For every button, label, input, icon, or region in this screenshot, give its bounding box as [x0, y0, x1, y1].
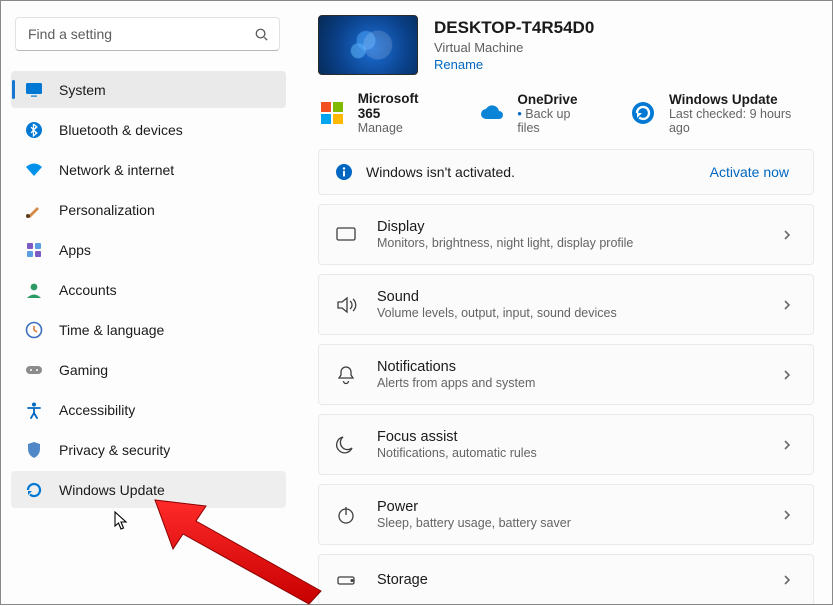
- sidebar-item-windows-update[interactable]: Windows Update: [11, 471, 286, 508]
- wu-title: Windows Update: [669, 92, 814, 107]
- chevron-right-icon: [781, 229, 793, 241]
- setting-display[interactable]: Display Monitors, brightness, night ligh…: [318, 204, 814, 265]
- activate-link[interactable]: Activate now: [710, 164, 789, 180]
- sidebar-item-system[interactable]: System: [11, 71, 286, 108]
- sidebar-item-gaming[interactable]: Gaming: [11, 351, 286, 388]
- setting-title: Storage: [377, 572, 761, 588]
- sidebar-item-apps[interactable]: Apps: [11, 231, 286, 268]
- shield-icon: [25, 441, 43, 459]
- onedrive-sub: Back up files: [517, 107, 595, 135]
- search-icon: [254, 27, 269, 42]
- sidebar-item-label: Windows Update: [59, 482, 165, 498]
- chevron-right-icon: [781, 439, 793, 451]
- setting-title: Sound: [377, 289, 761, 305]
- wifi-icon: [25, 161, 43, 179]
- windows-update-card[interactable]: Windows Update Last checked: 9 hours ago: [629, 91, 814, 135]
- microsoft-365-card[interactable]: Microsoft 365 Manage: [318, 91, 444, 135]
- wu-sub: Last checked: 9 hours ago: [669, 107, 814, 135]
- accessibility-icon: [25, 401, 43, 419]
- setting-sub: Volume levels, output, input, sound devi…: [377, 306, 761, 320]
- rename-link[interactable]: Rename: [434, 57, 594, 72]
- sidebar-item-label: Network & internet: [59, 162, 174, 178]
- m365-title: Microsoft 365: [358, 91, 444, 121]
- bell-icon: [335, 364, 357, 386]
- sidebar-item-accounts[interactable]: Accounts: [11, 271, 286, 308]
- sidebar-item-label: System: [59, 82, 106, 98]
- sidebar-item-label: Personalization: [59, 202, 155, 218]
- refresh-icon: [629, 99, 657, 127]
- setting-notifications[interactable]: Notifications Alerts from apps and syste…: [318, 344, 814, 405]
- sidebar: System Bluetooth & devices Network & int…: [1, 1, 296, 604]
- sidebar-item-label: Accessibility: [59, 402, 135, 418]
- refresh-icon: [25, 481, 43, 499]
- m365-icon: [318, 99, 346, 127]
- setting-title: Focus assist: [377, 429, 761, 445]
- search-box[interactable]: [15, 17, 280, 51]
- sidebar-item-time[interactable]: Time & language: [11, 311, 286, 348]
- setting-power[interactable]: Power Sleep, battery usage, battery save…: [318, 484, 814, 545]
- sidebar-item-label: Bluetooth & devices: [59, 122, 183, 138]
- chevron-right-icon: [781, 369, 793, 381]
- sidebar-item-label: Privacy & security: [59, 442, 170, 458]
- main-panel: DESKTOP-T4R54D0 Virtual Machine Rename M…: [296, 1, 832, 604]
- brush-icon: [25, 201, 43, 219]
- setting-title: Notifications: [377, 359, 761, 375]
- device-thumbnail[interactable]: [318, 15, 418, 75]
- search-input[interactable]: [28, 26, 254, 42]
- apps-icon: [25, 241, 43, 259]
- display-icon: [335, 224, 357, 246]
- system-icon: [25, 81, 43, 99]
- setting-sub: Monitors, brightness, night light, displ…: [377, 236, 761, 250]
- sidebar-item-bluetooth[interactable]: Bluetooth & devices: [11, 111, 286, 148]
- activation-banner: Windows isn't activated. Activate now: [318, 149, 814, 195]
- sidebar-item-personalization[interactable]: Personalization: [11, 191, 286, 228]
- setting-sub: Alerts from apps and system: [377, 376, 761, 390]
- setting-sub: Notifications, automatic rules: [377, 446, 761, 460]
- setting-title: Power: [377, 499, 761, 515]
- cloud-icon: [478, 99, 506, 127]
- chevron-right-icon: [781, 574, 793, 586]
- clock-icon: [25, 321, 43, 339]
- onedrive-card[interactable]: OneDrive Back up files: [478, 91, 596, 135]
- storage-icon: [335, 569, 357, 591]
- info-icon: [335, 163, 353, 181]
- moon-icon: [335, 434, 357, 456]
- setting-focus-assist[interactable]: Focus assist Notifications, automatic ru…: [318, 414, 814, 475]
- power-icon: [335, 504, 357, 526]
- sidebar-item-accessibility[interactable]: Accessibility: [11, 391, 286, 428]
- setting-title: Display: [377, 219, 761, 235]
- device-name: DESKTOP-T4R54D0: [434, 18, 594, 38]
- device-type: Virtual Machine: [434, 40, 594, 55]
- chevron-right-icon: [781, 299, 793, 311]
- banner-text: Windows isn't activated.: [366, 164, 710, 180]
- setting-sub: Sleep, battery usage, battery saver: [377, 516, 761, 530]
- chevron-right-icon: [781, 509, 793, 521]
- sidebar-item-privacy[interactable]: Privacy & security: [11, 431, 286, 468]
- sidebar-item-network[interactable]: Network & internet: [11, 151, 286, 188]
- gaming-icon: [25, 361, 43, 379]
- bluetooth-icon: [25, 121, 43, 139]
- accounts-icon: [25, 281, 43, 299]
- setting-sound[interactable]: Sound Volume levels, output, input, soun…: [318, 274, 814, 335]
- sidebar-item-label: Apps: [59, 242, 91, 258]
- sound-icon: [335, 294, 357, 316]
- sidebar-item-label: Time & language: [59, 322, 164, 338]
- setting-storage[interactable]: Storage: [318, 554, 814, 604]
- sidebar-item-label: Accounts: [59, 282, 117, 298]
- m365-sub: Manage: [358, 121, 444, 135]
- onedrive-title: OneDrive: [517, 92, 595, 107]
- sidebar-item-label: Gaming: [59, 362, 108, 378]
